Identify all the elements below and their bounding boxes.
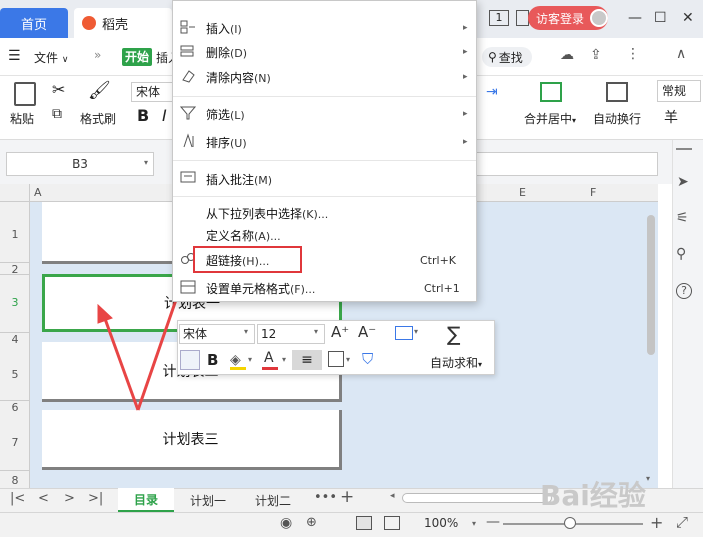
add-sheet-icon[interactable]: + — [340, 487, 354, 507]
sort-icon — [180, 133, 196, 149]
font-color-swatch — [262, 367, 278, 370]
menu-item-insert-label: 插入 — [206, 22, 231, 36]
help-icon[interactable]: ? — [676, 283, 692, 299]
menu-item-define-key: (A)... — [254, 230, 281, 243]
menu-item-format-label: 设置单元格格式 — [206, 282, 291, 296]
sheet-tab-contents[interactable]: 目录 — [118, 488, 174, 512]
menu-item-insert-comment[interactable]: 插入批注(M) — [206, 171, 272, 188]
chevron-down-icon: ▾ — [414, 327, 419, 336]
menu-item-sort[interactable]: 排序(U) — [206, 134, 247, 151]
fullscreen-icon[interactable]: ⤢ — [676, 513, 688, 531]
menu-item-delete[interactable]: 删除(D) — [206, 44, 247, 61]
menu-item-insert[interactable]: 插入(I) — [206, 20, 242, 37]
page-view-icon[interactable] — [384, 516, 400, 530]
menu-item-delete-key: (D) — [230, 47, 248, 60]
insert-icon — [180, 19, 196, 35]
menu-item-clear-key: (N) — [254, 72, 271, 85]
submenu-arrow-icon: ▸ — [463, 23, 468, 33]
grow-font-button[interactable]: A⁺ — [331, 323, 349, 341]
comment-icon — [180, 170, 196, 186]
submenu-arrow-icon: ▸ — [463, 47, 468, 57]
menu-item-pick-label: 从下拉列表中选择 — [206, 207, 303, 221]
chevron-down-icon: ▾ — [314, 327, 319, 336]
menu-item-clear-label: 清除内容 — [206, 71, 255, 85]
borders-icon[interactable] — [328, 351, 344, 367]
menu-item-sort-key: (U) — [230, 137, 247, 150]
watermark: Bai经验 — [540, 479, 646, 512]
menu-separator — [173, 160, 476, 161]
hyperlink-highlight-box — [193, 246, 302, 273]
menu-item-define-label: 定义名称 — [206, 229, 255, 243]
normal-view-icon[interactable] — [356, 516, 372, 530]
submenu-arrow-icon: ▸ — [463, 137, 468, 147]
autosum-button[interactable]: 自动求和▾ — [430, 354, 482, 371]
menu-item-pick-from-list[interactable]: 从下拉列表中选择(K)... — [206, 205, 328, 222]
font-color-button[interactable]: A — [264, 350, 274, 366]
format-brush-icon[interactable]: ⛉ — [362, 350, 373, 368]
vertical-scroll-thumb[interactable] — [647, 215, 655, 355]
align-center-icon[interactable]: ≡ — [292, 350, 322, 370]
menu-item-sort-label: 排序 — [206, 136, 231, 150]
menu-separator — [173, 96, 476, 97]
right-sidebar — [672, 140, 703, 490]
submenu-arrow-icon: ▸ — [463, 72, 468, 82]
first-sheet-icon[interactable]: |< — [10, 491, 25, 506]
chevron-down-icon: ▾ — [248, 355, 253, 364]
menu-item-filter-label: 筛选 — [206, 108, 231, 122]
format-cells-icon — [180, 279, 196, 295]
chevron-down-icon: ▾ — [244, 327, 249, 336]
cursor-icon[interactable]: ➤ — [677, 174, 689, 190]
more-sheets-icon[interactable]: ••• — [314, 490, 337, 505]
menu-item-delete-label: 删除 — [206, 46, 231, 60]
menu-item-format-key: (F)... — [290, 283, 316, 296]
sheet-tab-plan2[interactable]: 计划二 — [242, 488, 304, 512]
delete-icon — [180, 43, 196, 59]
merge-cells-icon[interactable] — [180, 350, 200, 370]
fill-color-swatch — [230, 367, 246, 370]
mini-bold-button[interactable]: B — [207, 351, 218, 369]
prev-sheet-icon[interactable]: < — [38, 491, 49, 506]
menu-item-comment-key: (M) — [254, 174, 273, 187]
zoom-in-icon[interactable]: + — [650, 513, 663, 532]
eye-protection-icon[interactable]: ◉ — [280, 515, 292, 531]
menu-item-comment-label: 插入批注 — [206, 173, 255, 187]
zoom-dropdown-icon[interactable]: ▾ — [472, 519, 476, 528]
shrink-font-button[interactable]: A⁻ — [358, 323, 376, 341]
zoom-slider-thumb[interactable] — [564, 517, 576, 529]
sum-icon[interactable]: ∑ — [447, 322, 460, 346]
chevron-down-icon: ▾ — [346, 355, 351, 364]
text-direction-icon[interactable] — [395, 326, 413, 340]
sidebar-tool-icon[interactable]: ⚲ — [676, 246, 686, 262]
menu-item-filter-key: (L) — [230, 109, 245, 122]
fill-color-icon[interactable]: ◈ — [230, 352, 241, 368]
menu-separator — [173, 196, 476, 197]
chevron-down-icon: ▾ — [282, 355, 287, 364]
submenu-arrow-icon: ▸ — [463, 109, 468, 119]
autosum-label: 自动求和 — [430, 356, 479, 370]
format-cells-shortcut: Ctrl+1 — [424, 282, 460, 295]
sheet-tab-plan1[interactable]: 计划一 — [178, 488, 238, 512]
settings-sliders-icon[interactable]: ⚟ — [676, 210, 689, 226]
menu-item-insert-key: (I) — [230, 23, 242, 36]
menu-item-pick-key: (K)... — [302, 208, 329, 221]
filter-icon — [179, 105, 197, 121]
next-sheet-icon[interactable]: > — [64, 491, 75, 506]
scroll-left-icon[interactable]: ◂ — [390, 491, 395, 501]
menu-item-filter[interactable]: 筛选(L) — [206, 106, 245, 123]
eraser-icon — [180, 68, 196, 84]
view-mode-icon[interactable]: ⊕ — [306, 515, 317, 530]
hyperlink-shortcut: Ctrl+K — [420, 254, 457, 267]
last-sheet-icon[interactable]: >| — [88, 491, 103, 506]
zoom-out-icon[interactable]: — — [486, 514, 500, 530]
horizontal-scroll-thumb[interactable] — [402, 493, 552, 503]
menu-item-format-cells[interactable]: 设置单元格格式(F)... — [206, 280, 315, 297]
menu-item-define-name[interactable]: 定义名称(A)... — [206, 227, 281, 244]
zoom-level[interactable]: 100% — [424, 516, 458, 530]
menu-item-clear-content[interactable]: 清除内容(N) — [206, 69, 271, 86]
scroll-down-icon[interactable]: ▾ — [646, 474, 650, 483]
sidebar-collapse-icon[interactable] — [676, 148, 692, 150]
